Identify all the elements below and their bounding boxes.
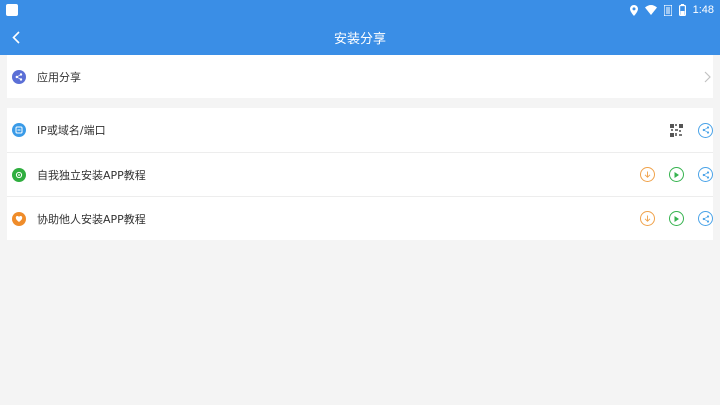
status-bar: 1:48: [0, 0, 720, 20]
qr-code-icon[interactable]: [669, 123, 684, 138]
app-bar: 安装分享: [0, 20, 720, 55]
signal-icon: [663, 4, 672, 16]
row-actions: [626, 153, 713, 196]
share-icon[interactable]: [698, 211, 713, 226]
share-section: 应用分享: [7, 55, 713, 98]
status-icons: 1:48: [629, 4, 714, 16]
notification-icon: [6, 4, 18, 16]
share-circle-icon: [12, 69, 26, 84]
row-actions: [669, 108, 713, 152]
status-time: 1:48: [692, 4, 714, 16]
app-share-label: 应用分享: [37, 70, 81, 84]
chevron-right-icon: [704, 55, 711, 98]
play-icon[interactable]: [669, 211, 684, 226]
location-icon: [629, 4, 638, 16]
page-title: 安装分享: [333, 32, 386, 47]
list-item[interactable]: IP或域名/端口: [7, 108, 713, 152]
back-button[interactable]: [6, 20, 26, 55]
install-assist-icon: [12, 211, 26, 226]
list-item[interactable]: 协助他人安装APP教程: [7, 196, 713, 240]
share-icon[interactable]: [698, 122, 713, 138]
row-actions: [626, 197, 713, 240]
wifi-icon: [644, 5, 657, 15]
server-icon: [12, 123, 26, 137]
list-item-label: 协助他人安装APP教程: [37, 212, 146, 226]
install-self-icon: [12, 167, 26, 182]
battery-icon: [678, 4, 686, 16]
back-arrow-icon: [12, 31, 20, 44]
list-item-label: IP或域名/端口: [37, 124, 106, 137]
app-share-row[interactable]: 应用分享: [7, 55, 713, 98]
download-icon[interactable]: [640, 167, 655, 182]
list-item[interactable]: 自我独立安装APP教程: [7, 152, 713, 196]
play-icon[interactable]: [669, 167, 684, 182]
share-icon[interactable]: [698, 167, 713, 182]
tutorial-list: IP或域名/端口 自我独立安装APP教程 协助他人安装APP教程: [7, 108, 713, 240]
download-icon[interactable]: [640, 211, 655, 226]
list-item-label: 自我独立安装APP教程: [37, 168, 146, 182]
